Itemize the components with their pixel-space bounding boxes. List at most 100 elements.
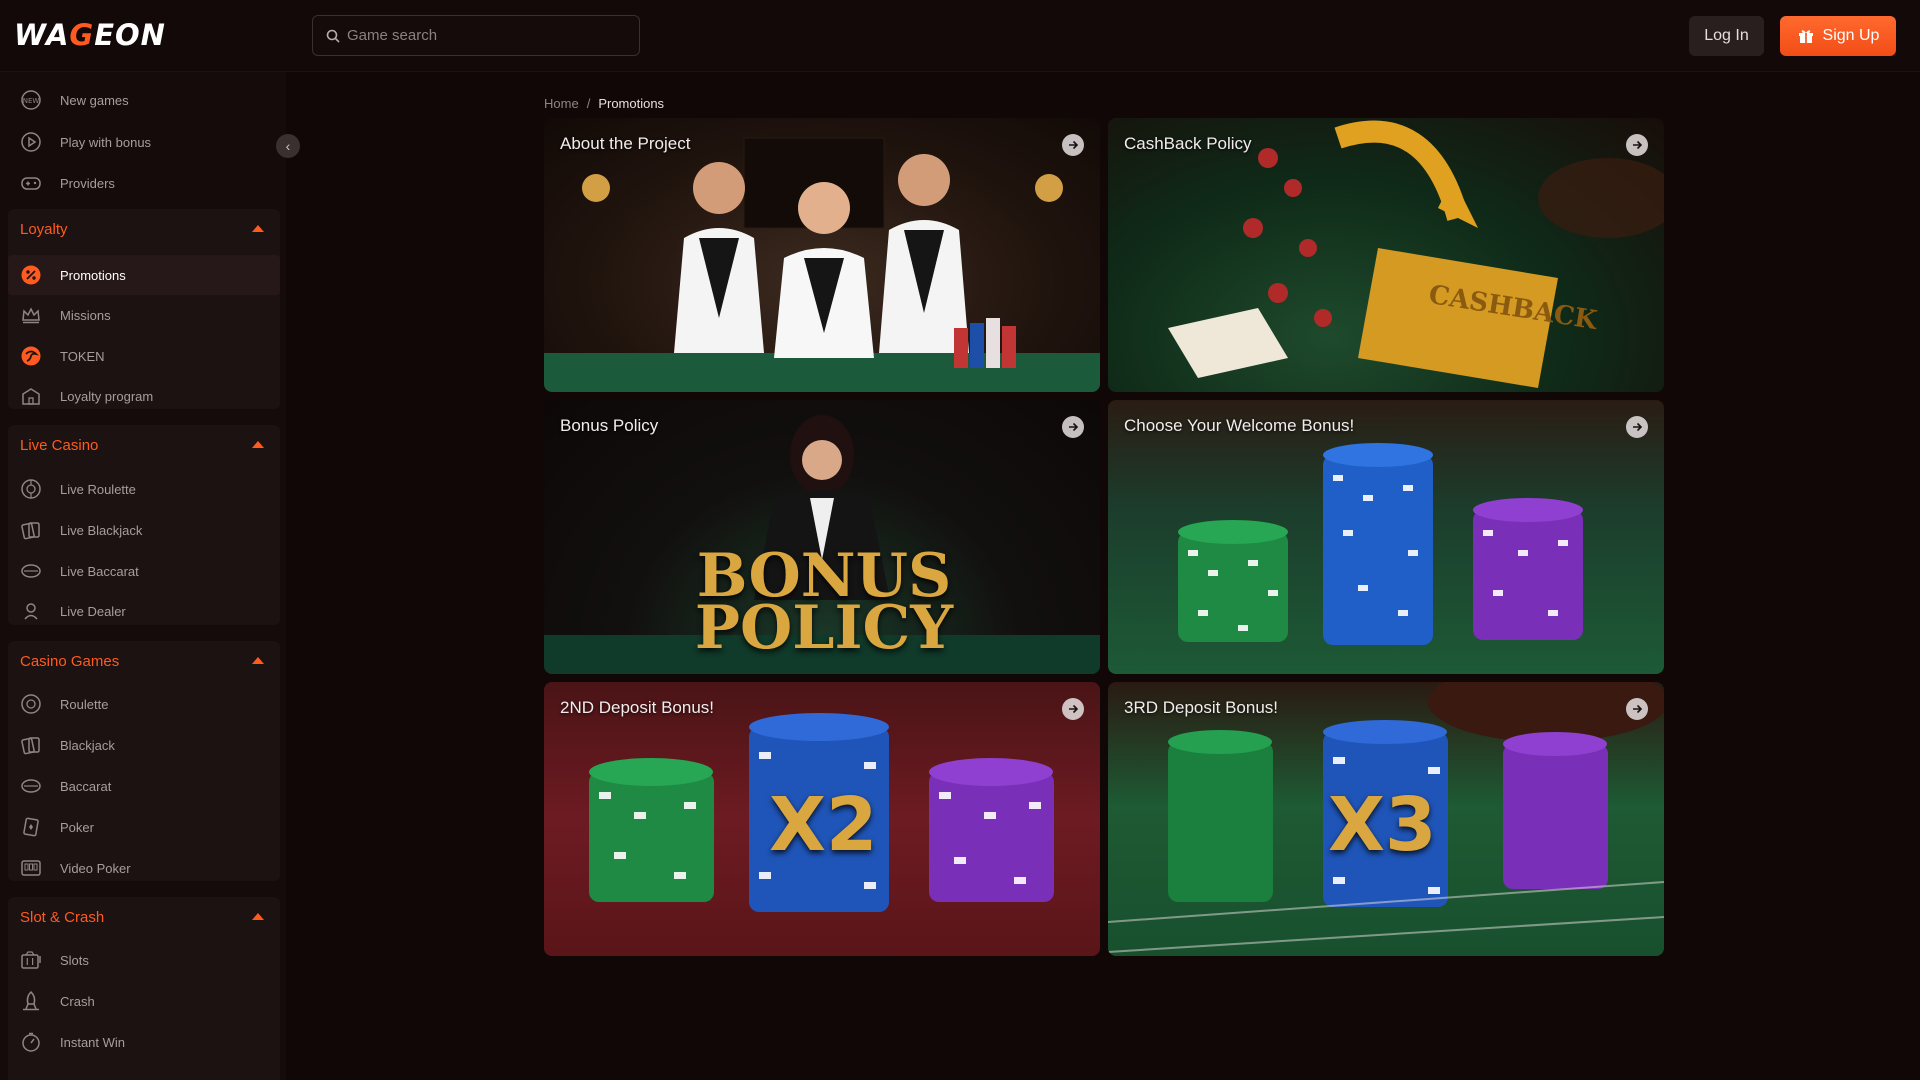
chevron-up-icon <box>252 441 264 448</box>
arrow-right-icon[interactable] <box>1062 134 1084 156</box>
collapse-sidebar-button[interactable]: ‹ <box>276 134 300 158</box>
sidebar-item-live-dealer[interactable]: Live Dealer <box>8 591 280 631</box>
sidebar-item-baccarat[interactable]: Baccarat <box>8 766 280 806</box>
sidebar-item-providers[interactable]: Providers <box>8 163 280 203</box>
chevron-up-icon <box>252 657 264 664</box>
sidebar-item-label: Missions <box>60 307 111 323</box>
sidebar-item-label: Providers <box>60 175 115 191</box>
baccarat-icon <box>21 779 41 793</box>
sidebar-item-label: Poker <box>60 819 94 835</box>
token-icon <box>21 346 41 366</box>
sidebar-item-new-games[interactable]: NEW New games <box>8 80 280 120</box>
dealer-icon <box>24 603 38 620</box>
sidebar-group-next <box>8 1072 280 1080</box>
breadcrumb-separator: / <box>586 96 591 111</box>
chevron-up-icon <box>252 913 264 920</box>
arrow-right-icon[interactable] <box>1062 416 1084 438</box>
sidebar-item-blackjack[interactable]: Blackjack <box>8 725 280 765</box>
roulette-icon <box>21 694 41 714</box>
sidebar-item-poker[interactable]: Poker <box>8 807 280 847</box>
sidebar-item-label: Slots <box>60 952 89 968</box>
sidebar-item-label: Video Poker <box>60 860 131 876</box>
group-title: Casino Games <box>20 652 120 670</box>
crown-icon <box>22 307 40 324</box>
sidebar-item-live-baccarat[interactable]: Live Baccarat <box>8 551 280 591</box>
sidebar-item-label: TOKEN <box>60 348 105 364</box>
promo-card-bonus-policy[interactable]: BONUS POLICY Bonus Policy <box>544 400 1100 674</box>
video-poker-icon <box>21 860 41 876</box>
search-box[interactable] <box>312 15 640 56</box>
sidebar-item-label: Roulette <box>60 696 109 712</box>
sidebar-item-live-roulette[interactable]: Live Roulette <box>8 469 280 509</box>
slots-icon <box>21 951 41 969</box>
sidebar-item-label: Baccarat <box>60 778 112 794</box>
bonus-policy-line2: POLICY <box>694 593 954 663</box>
sidebar-item-instant-win[interactable]: Instant Win <box>8 1022 280 1062</box>
promo-card-cashback-policy[interactable]: CASHBACK CashBack Policy <box>1108 118 1664 392</box>
sidebar-item-label: Live Roulette <box>60 481 136 497</box>
sidebar-group-header-live-casino[interactable]: Live Casino <box>8 425 280 465</box>
x2-badge: X2 <box>769 782 878 868</box>
chips-illustration <box>1178 443 1583 645</box>
promo-card-3rd-deposit[interactable]: X3 3RD Deposit Bonus! <box>1108 682 1664 956</box>
dealer-right <box>879 154 969 353</box>
login-button[interactable]: Log In <box>1689 16 1764 56</box>
sidebar-item-promotions[interactable]: Promotions <box>8 255 280 295</box>
promo-card-about-project[interactable]: About the Project <box>544 118 1100 392</box>
sidebar-item-label: Loyalty program <box>60 388 154 404</box>
sidebar-group-header-loyalty[interactable]: Loyalty <box>8 209 280 249</box>
arrow-right-icon[interactable] <box>1062 698 1084 720</box>
gift-icon <box>1798 30 1813 43</box>
promo-card-welcome-bonus[interactable]: Choose Your Welcome Bonus! <box>1108 400 1664 674</box>
signup-label: Sign Up <box>1822 27 1880 44</box>
sidebar-item-live-blackjack[interactable]: Live Blackjack <box>8 510 280 550</box>
sidebar-item-label: Live Baccarat <box>60 563 139 579</box>
sidebar-item-roulette[interactable]: Roulette <box>8 684 280 724</box>
logo-text-g: G <box>69 18 95 52</box>
breadcrumb-home[interactable]: Home <box>544 96 579 111</box>
logo-text-post: EON <box>94 18 166 52</box>
signup-button[interactable]: Sign Up <box>1780 16 1896 56</box>
sidebar-item-slots[interactable]: Slots <box>8 940 280 980</box>
roulette-icon <box>21 479 41 499</box>
promo-card-2nd-deposit[interactable]: X2 2ND Deposit Bonus! <box>544 682 1100 956</box>
sidebar: ‹ NEW New games Play with bonus Provider… <box>0 72 300 1080</box>
cards-icon <box>21 522 40 540</box>
breadcrumb-current: Promotions <box>598 96 665 111</box>
sidebar-item-token[interactable]: TOKEN <box>8 336 280 376</box>
sidebar-group-header-slot-crash[interactable]: Slot & Crash <box>8 897 280 937</box>
sidebar-item-label: Instant Win <box>60 1034 126 1050</box>
new-icon: NEW <box>21 90 41 110</box>
chevron-left-icon: ‹ <box>285 138 291 154</box>
chevron-up-icon <box>252 225 264 232</box>
arrow-right-icon[interactable] <box>1626 416 1648 438</box>
promo-card-title: CashBack Policy <box>1124 134 1252 153</box>
stopwatch-icon <box>22 1032 40 1052</box>
logo[interactable]: WAGEON <box>14 18 166 52</box>
sidebar-item-play-with-bonus[interactable]: Play with bonus <box>8 122 280 162</box>
gamepad-icon <box>21 177 41 190</box>
logo-text-pre: WA <box>14 18 70 52</box>
arrow-right-icon[interactable] <box>1626 698 1648 720</box>
arrow-right-icon[interactable] <box>1626 134 1648 156</box>
baccarat-icon <box>21 564 41 578</box>
cards-icon <box>21 737 40 755</box>
sidebar-item-loyalty-program[interactable]: Loyalty program <box>8 376 280 416</box>
crash-icon <box>23 990 39 1011</box>
sidebar-item-video-poker[interactable]: Video Poker <box>8 848 280 888</box>
building-icon <box>22 388 40 405</box>
promotions-icon <box>21 265 41 285</box>
x3-badge: X3 <box>1328 782 1437 868</box>
search-input[interactable] <box>347 16 632 55</box>
sidebar-item-label: Play with bonus <box>60 134 152 150</box>
group-title: Slot & Crash <box>20 908 105 926</box>
sidebar-item-crash[interactable]: Crash <box>8 981 280 1021</box>
sidebar-item-missions[interactable]: Missions <box>8 295 280 335</box>
svg-text:NEW: NEW <box>23 97 40 105</box>
breadcrumb: Home / Promotions <box>544 96 664 111</box>
bonus-policy-text: BONUS POLICY <box>684 546 964 663</box>
sidebar-group-header-casino-games[interactable]: Casino Games <box>8 641 280 681</box>
promo-card-title: Bonus Policy <box>560 416 659 435</box>
dealers-illustration <box>544 137 1100 392</box>
sidebar-item-label: Live Dealer <box>60 603 126 619</box>
